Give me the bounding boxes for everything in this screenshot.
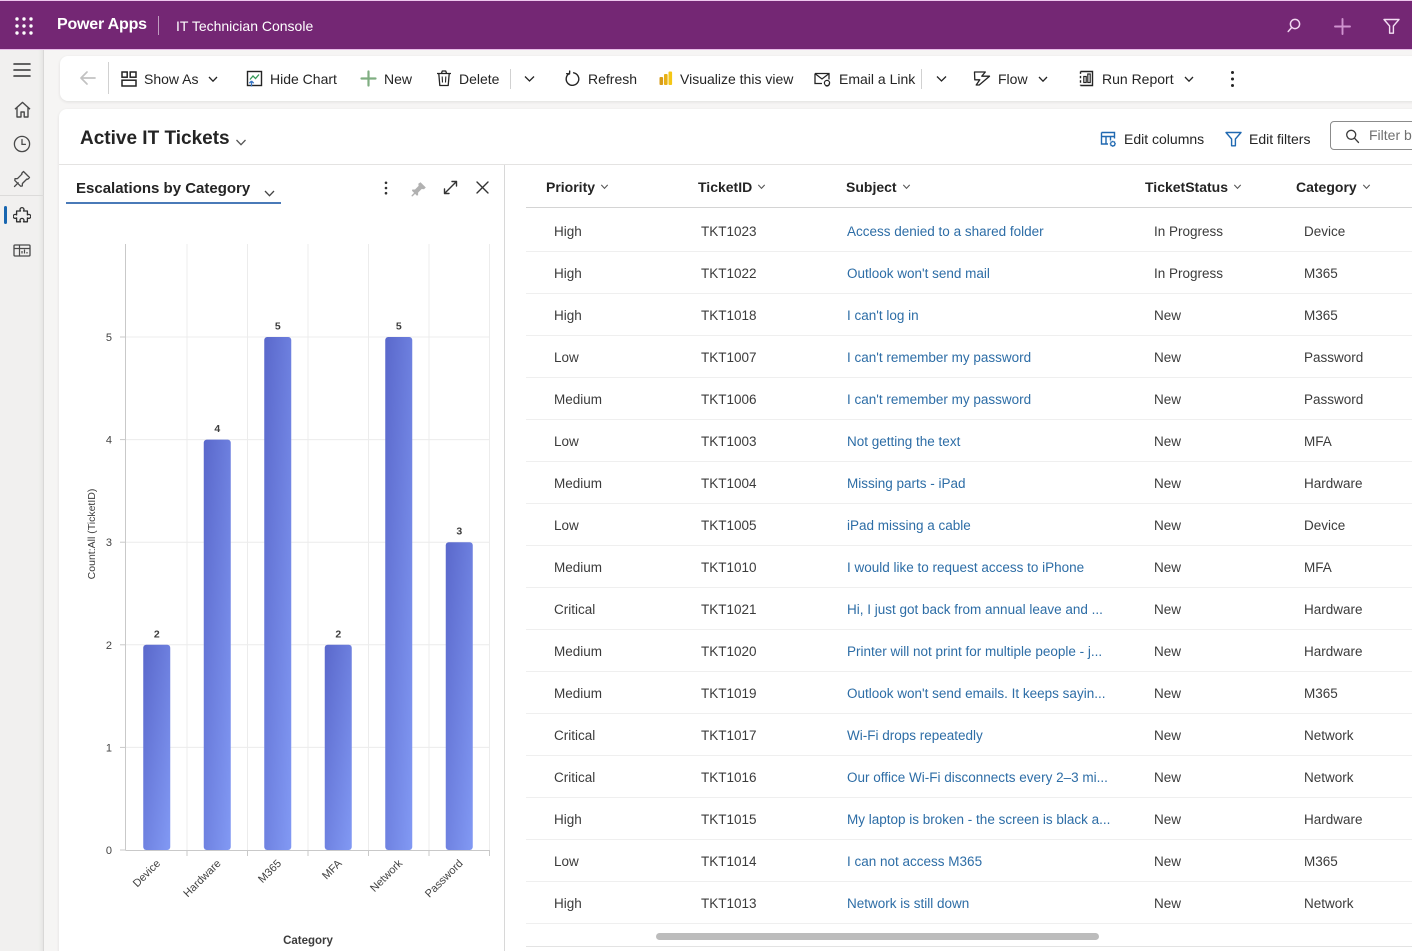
svg-text:5: 5	[275, 321, 281, 333]
svg-text:3: 3	[106, 537, 112, 549]
svg-text:Password: Password	[423, 858, 466, 901]
svg-text:Hardware: Hardware	[181, 858, 223, 900]
svg-text:MFA: MFA	[320, 857, 345, 882]
svg-text:Category: Category	[283, 935, 333, 947]
svg-text:Count:All (TicketID): Count:All (TicketID)	[86, 489, 98, 580]
svg-text:5: 5	[396, 321, 402, 333]
svg-text:0: 0	[106, 845, 112, 857]
svg-text:4: 4	[106, 435, 112, 447]
svg-text:M365: M365	[256, 858, 284, 886]
svg-text:2: 2	[335, 628, 341, 640]
svg-text:3: 3	[456, 526, 462, 538]
svg-text:2: 2	[106, 640, 112, 652]
svg-text:4: 4	[214, 423, 220, 435]
svg-text:1: 1	[106, 742, 112, 754]
svg-text:5: 5	[106, 332, 112, 344]
svg-text:Network: Network	[368, 857, 405, 894]
svg-text:Device: Device	[131, 858, 163, 890]
svg-text:2: 2	[154, 628, 160, 640]
